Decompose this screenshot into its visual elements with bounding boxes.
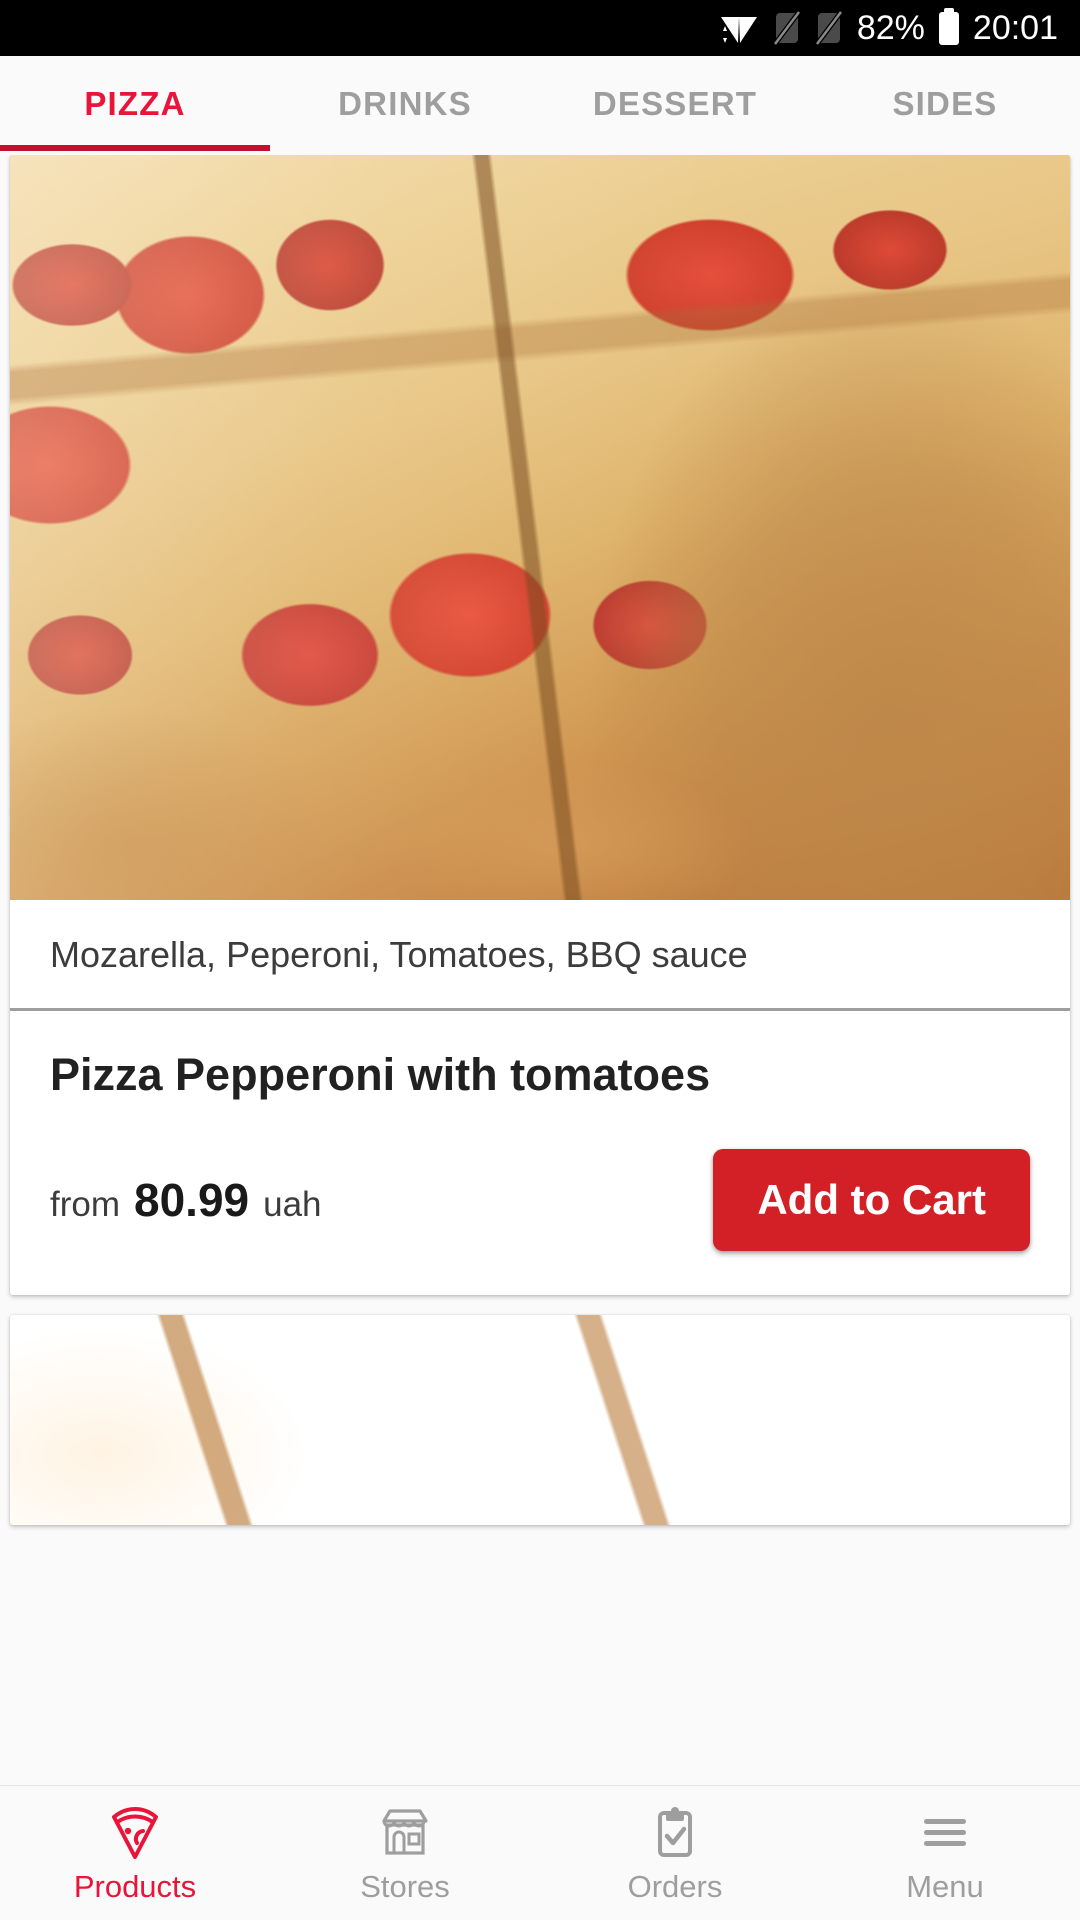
add-to-cart-button[interactable]: Add to Cart — [713, 1148, 1030, 1251]
nav-label-orders: Orders — [627, 1869, 723, 1904]
product-info: Pizza Pepperoni with tomatoes from 80.99… — [10, 1011, 1070, 1295]
cheese-pizza-photo — [10, 1314, 1070, 1525]
battery-percent-label: 82% — [856, 9, 925, 47]
pizza-slice-icon — [106, 1801, 164, 1863]
pepperoni-pizza-photo — [10, 155, 1070, 900]
active-tab-indicator — [0, 145, 270, 151]
nav-item-menu[interactable]: Menu — [810, 1786, 1080, 1920]
category-tab-bar: PIZZA DRINKS DESSERT SIDES — [0, 56, 1080, 151]
wifi-icon — [719, 11, 759, 45]
product-list[interactable]: Mozarella, Peperoni, Tomatoes, BBQ sauce… — [0, 155, 1080, 1785]
nav-label-menu: Menu — [906, 1869, 984, 1904]
price-currency-label: uah — [263, 1184, 322, 1224]
nav-item-products[interactable]: Products — [0, 1786, 270, 1920]
bottom-navigation-bar: Products Stores Orders Menu — [0, 1785, 1080, 1920]
nav-label-products: Products — [73, 1869, 197, 1904]
product-card[interactable] — [10, 1314, 1070, 1525]
sim-no-signal-icon-1 — [772, 10, 801, 46]
price-value-label: 80.99 — [134, 1173, 250, 1226]
sim-no-signal-icon-2 — [814, 10, 843, 46]
tab-pizza-label: PIZZA — [84, 84, 186, 122]
tab-sides[interactable]: SIDES — [810, 56, 1080, 151]
tab-dessert[interactable]: DESSERT — [540, 56, 810, 151]
nav-item-stores[interactable]: Stores — [270, 1786, 540, 1920]
price-prefix-label: from — [50, 1184, 120, 1224]
nav-item-orders[interactable]: Orders — [540, 1786, 810, 1920]
clock-label: 20:01 — [972, 9, 1058, 47]
tab-drinks[interactable]: DRINKS — [270, 56, 540, 151]
product-card[interactable]: Mozarella, Peperoni, Tomatoes, BBQ sauce… — [10, 155, 1070, 1295]
nav-label-stores: Stores — [360, 1869, 450, 1904]
tab-sides-label: SIDES — [892, 84, 998, 122]
tab-pizza[interactable]: PIZZA — [0, 56, 270, 151]
price-and-action-row: from 80.99 uah Add to Cart — [50, 1148, 1030, 1251]
app-root: 82% 20:01 PIZZA DRINKS DESSERT SIDES Moz… — [0, 0, 1080, 1920]
battery-icon — [938, 11, 959, 45]
tab-drinks-label: DRINKS — [338, 84, 472, 122]
product-title: Pizza Pepperoni with tomatoes — [50, 1049, 711, 1100]
product-description: Mozarella, Peperoni, Tomatoes, BBQ sauce — [10, 900, 1070, 1011]
product-image — [10, 1314, 1070, 1525]
storefront-icon — [376, 1801, 434, 1863]
product-image — [10, 155, 1070, 900]
tab-dessert-label: DESSERT — [592, 84, 758, 122]
clipboard-check-icon — [646, 1801, 704, 1863]
hamburger-menu-icon — [916, 1801, 974, 1863]
price-block: from 80.99 uah — [50, 1173, 322, 1227]
status-bar: 82% 20:01 — [0, 0, 1080, 56]
